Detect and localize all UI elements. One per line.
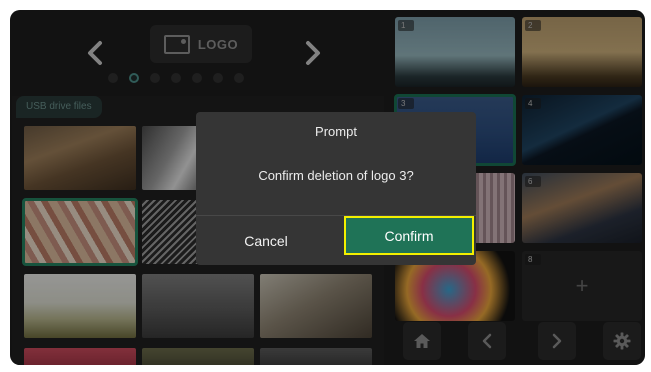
dialog-title: Prompt <box>315 124 357 139</box>
cancel-button[interactable]: Cancel <box>196 216 336 265</box>
app-screen: LOGO USB drive files 1 2 3 4 6 8 + Promp… <box>10 10 645 365</box>
confirm-delete-dialog: Prompt Confirm deletion of logo 3? Cance… <box>196 112 476 265</box>
dialog-message: Confirm deletion of logo 3? <box>258 168 414 183</box>
confirm-button[interactable]: Confirm <box>344 216 474 255</box>
